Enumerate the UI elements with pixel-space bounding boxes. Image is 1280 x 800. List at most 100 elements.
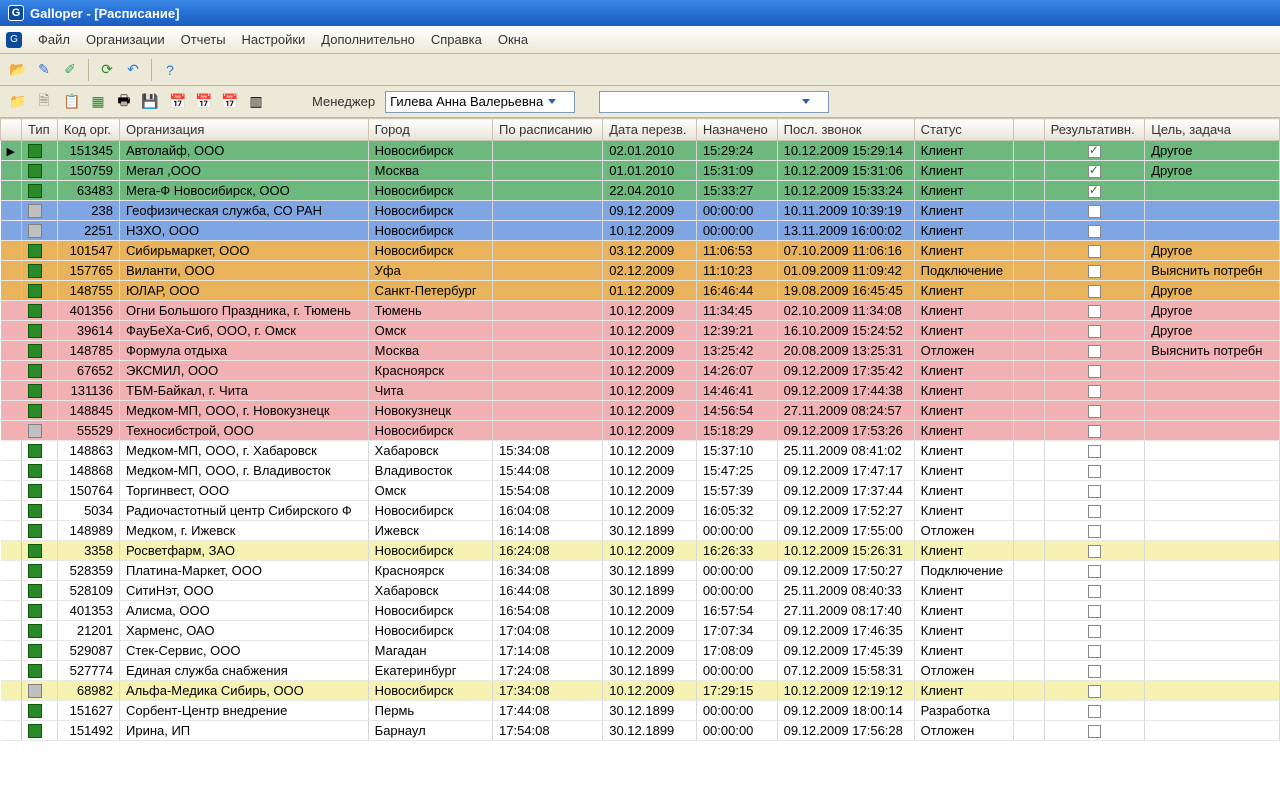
result-checkbox[interactable] (1088, 405, 1101, 418)
row-gutter[interactable] (1, 361, 22, 381)
row-gutter[interactable] (1, 341, 22, 361)
result-checkbox[interactable] (1088, 625, 1101, 638)
row-gutter[interactable] (1, 621, 22, 641)
table-row[interactable]: 148845Медком-МП, ООО, г. НовокузнецкНово… (1, 401, 1280, 421)
col-org[interactable]: Организация (120, 119, 369, 141)
result-checkbox[interactable] (1088, 205, 1101, 218)
table-row[interactable]: 21201Харменс, ОАОНовосибирск17:04:0810.1… (1, 621, 1280, 641)
table-row[interactable]: 150759Мегал ,ОООМосква01.01.201015:31:09… (1, 161, 1280, 181)
table-row[interactable]: 101547Сибирьмаркет, ОООНовосибирск03.12.… (1, 241, 1280, 261)
table-row[interactable]: 157765Виланти, ОООУфа02.12.200911:10:230… (1, 261, 1280, 281)
table-row[interactable]: 148868Медком-МП, ООО, г. ВладивостокВлад… (1, 461, 1280, 481)
result-checkbox[interactable] (1088, 725, 1101, 738)
table-row[interactable]: 5034Радиочастотный центр Сибирского ФНов… (1, 501, 1280, 521)
row-gutter[interactable] (1, 521, 22, 541)
row-gutter[interactable] (1, 261, 22, 281)
table-row[interactable]: 2251НЗХО, ОООНовосибирск10.12.200900:00:… (1, 221, 1280, 241)
table-row[interactable]: 401353Алисма, ОООНовосибирск16:54:0810.1… (1, 601, 1280, 621)
copy-icon[interactable]: 📋 (60, 90, 84, 114)
doc-icon[interactable]: 🗎 (32, 90, 56, 114)
row-gutter[interactable] (1, 661, 22, 681)
row-gutter[interactable] (1, 461, 22, 481)
row-gutter[interactable] (1, 421, 22, 441)
result-checkbox[interactable] (1088, 505, 1101, 518)
table-row[interactable]: 527774Единая служба снабженияЕкатеринбур… (1, 661, 1280, 681)
filter-select[interactable] (599, 91, 829, 113)
menu-file[interactable]: Файл (30, 30, 78, 49)
save-icon[interactable]: 💾 (138, 90, 162, 114)
col-goal[interactable]: Цель, задача (1145, 119, 1280, 141)
row-gutter[interactable] (1, 721, 22, 741)
row-gutter[interactable] (1, 161, 22, 181)
menu-organizations[interactable]: Организации (78, 30, 173, 49)
calendar-green-icon[interactable]: 📅 (166, 90, 190, 114)
table-row[interactable]: 131136ТБМ-Байкал, г. ЧитаЧита10.12.20091… (1, 381, 1280, 401)
result-checkbox[interactable] (1088, 545, 1101, 558)
col-status[interactable]: Статус (914, 119, 1013, 141)
col-result[interactable]: Результативн. (1044, 119, 1145, 141)
table-row[interactable]: 68982Альфа-Медика Сибирь, ОООНовосибирск… (1, 681, 1280, 701)
col-gutter[interactable] (1, 119, 22, 141)
table-row[interactable]: ▶151345Автолайф, ОООНовосибирск02.01.201… (1, 141, 1280, 161)
grid-icon[interactable]: ▥ (244, 90, 268, 114)
col-spacer[interactable] (1013, 119, 1044, 141)
row-gutter[interactable] (1, 281, 22, 301)
brush-icon[interactable]: ✐ (58, 58, 82, 82)
row-gutter[interactable] (1, 301, 22, 321)
result-checkbox[interactable] (1088, 445, 1101, 458)
row-gutter[interactable] (1, 641, 22, 661)
row-gutter[interactable] (1, 541, 22, 561)
table-row[interactable]: 529087Стек-Сервис, ОООМагадан17:14:0810.… (1, 641, 1280, 661)
col-last-call[interactable]: Посл. звонок (777, 119, 914, 141)
table-row[interactable]: 151627Сорбент-Центр внедрениеПермь17:44:… (1, 701, 1280, 721)
col-city[interactable]: Город (368, 119, 492, 141)
row-gutter[interactable] (1, 601, 22, 621)
table-row[interactable]: 3358Росветфарм, ЗАОНовосибирск16:24:0810… (1, 541, 1280, 561)
result-checkbox[interactable] (1088, 245, 1101, 258)
row-gutter[interactable] (1, 241, 22, 261)
row-gutter[interactable] (1, 441, 22, 461)
col-assigned[interactable]: Назначено (696, 119, 777, 141)
menu-windows[interactable]: Окна (490, 30, 536, 49)
refresh-icon[interactable]: ⟳ (95, 58, 119, 82)
result-checkbox[interactable] (1088, 585, 1101, 598)
row-gutter[interactable] (1, 381, 22, 401)
result-checkbox[interactable] (1088, 665, 1101, 678)
col-type[interactable]: Тип (21, 119, 57, 141)
table-row[interactable]: 148863Медком-МП, ООО, г. ХабаровскХабаро… (1, 441, 1280, 461)
result-checkbox[interactable] (1088, 645, 1101, 658)
result-checkbox[interactable] (1088, 265, 1101, 278)
result-checkbox[interactable] (1088, 345, 1101, 358)
row-gutter[interactable] (1, 681, 22, 701)
col-schedule[interactable]: По расписанию (493, 119, 603, 141)
table-row[interactable]: 150764Торгинвест, ООООмск15:54:0810.12.2… (1, 481, 1280, 501)
manager-select[interactable]: Гилева Анна Валерьевна (385, 91, 575, 113)
result-checkbox[interactable] (1088, 365, 1101, 378)
result-checkbox[interactable] (1088, 185, 1101, 198)
print-icon[interactable]: 🖶 (112, 90, 136, 114)
table-row[interactable]: 528109СитиНэт, ОООХабаровск16:44:0830.12… (1, 581, 1280, 601)
menu-reports[interactable]: Отчеты (173, 30, 234, 49)
table-row[interactable]: 67652ЭКСМИЛ, ОООКрасноярск10.12.200914:2… (1, 361, 1280, 381)
row-gutter[interactable] (1, 401, 22, 421)
result-checkbox[interactable] (1088, 225, 1101, 238)
row-gutter[interactable] (1, 501, 22, 521)
row-gutter[interactable] (1, 221, 22, 241)
result-checkbox[interactable] (1088, 325, 1101, 338)
result-checkbox[interactable] (1088, 705, 1101, 718)
row-gutter[interactable] (1, 581, 22, 601)
menu-settings[interactable]: Настройки (234, 30, 314, 49)
table-row[interactable]: 55529Техносибстрой, ОООНовосибирск10.12.… (1, 421, 1280, 441)
result-checkbox[interactable] (1088, 165, 1101, 178)
result-checkbox[interactable] (1088, 465, 1101, 478)
help-icon[interactable]: ? (158, 58, 182, 82)
menu-additional[interactable]: Дополнительно (313, 30, 423, 49)
col-recall-date[interactable]: Дата перезв. (603, 119, 697, 141)
row-gutter[interactable] (1, 201, 22, 221)
result-checkbox[interactable] (1088, 425, 1101, 438)
result-checkbox[interactable] (1088, 685, 1101, 698)
wand-icon[interactable]: ✎ (32, 58, 56, 82)
result-checkbox[interactable] (1088, 285, 1101, 298)
col-code[interactable]: Код орг. (57, 119, 119, 141)
calendar-icon[interactable]: 📅 (218, 90, 242, 114)
